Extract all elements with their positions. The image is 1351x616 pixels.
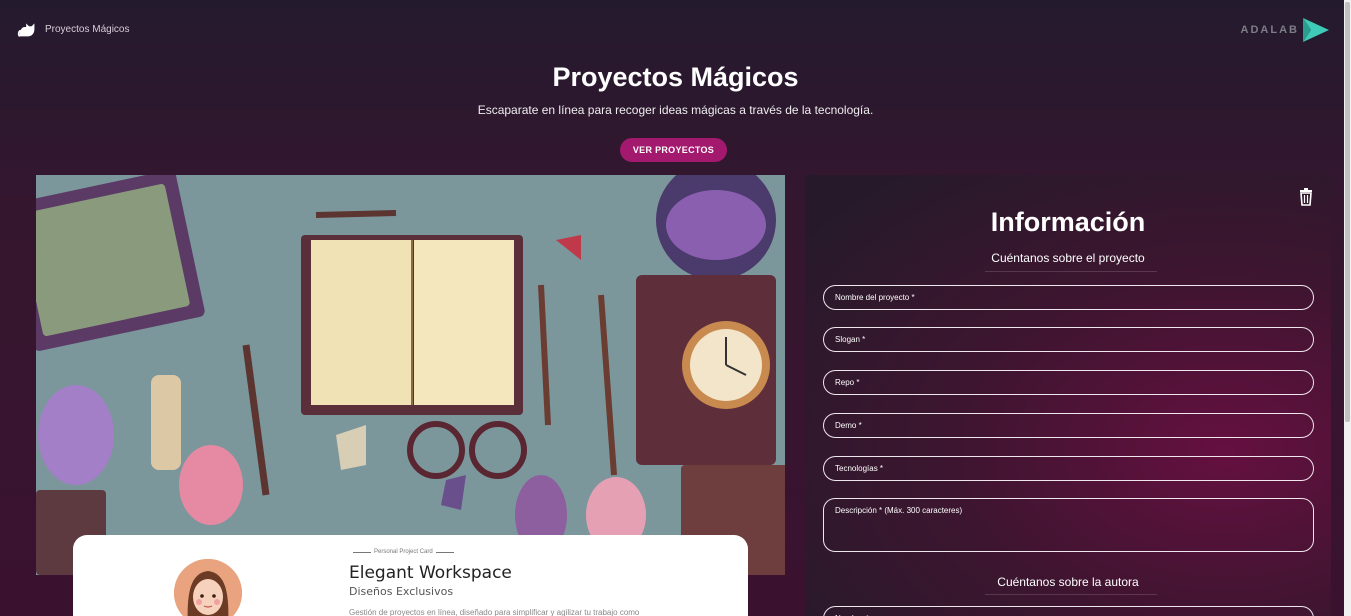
illustration-svg [36,175,785,575]
adalab-arrow-icon [1303,18,1329,42]
slogan-field[interactable]: Slogan * [823,327,1314,352]
repo-field[interactable]: Repo * [823,370,1314,395]
magic-illustration [36,175,785,575]
brand[interactable]: Proyectos Mágicos [17,18,129,40]
project-name-field[interactable]: Nombre del proyecto * [823,285,1314,310]
section-author-heading: Cuéntanos sobre la autora [997,575,1139,589]
form-title: Información [990,207,1146,237]
author-avatar [174,559,242,616]
technologies-field[interactable]: Tecnologías * [823,456,1314,481]
card-tag-line-right [435,551,454,553]
adalab-logo[interactable]: ADALAB [1241,16,1331,44]
card-tag: Personal Project Card [353,549,454,555]
description-textarea[interactable]: Descripción * (Máx. 300 caracteres) [823,498,1314,552]
card-tag-line-left [353,551,371,553]
project-preview-card: Personal Project Card Elegant Workspace … [73,535,748,616]
section-divider [985,594,1157,595]
section-project-heading: Cuéntanos sobre el proyecto [991,251,1145,265]
author-name-field[interactable]: Nombre * [823,606,1314,616]
view-projects-button[interactable]: VER PROYECTOS [620,138,727,162]
card-project-name: Elegant Workspace [349,563,512,583]
avatar-illustration [174,559,242,616]
page-title: Proyectos Mágicos [552,62,799,92]
page-subtitle: Escaparate en línea para recoger ideas m… [477,103,874,117]
page-scrollbar-thumb[interactable] [1345,2,1350,422]
section-divider [985,271,1157,272]
card-tag-label: Personal Project Card [374,549,433,555]
adalab-logo-text: ADALAB [1240,24,1299,36]
top-bar: Proyectos Mágicos ADALAB [0,0,1351,60]
project-form: Información Cuéntanos sobre el proyecto … [805,175,1331,616]
demo-field[interactable]: Demo * [823,413,1314,438]
card-description: Gestión de proyectos en línea, diseñado … [349,608,640,616]
card-slogan: Diseños Exclusivos [349,585,454,598]
trash-icon[interactable] [1297,188,1315,206]
hero: Proyectos Mágicos Escaparate en línea pa… [0,62,1351,117]
brand-label: Proyectos Mágicos [45,23,130,35]
cat-icon [17,23,35,37]
